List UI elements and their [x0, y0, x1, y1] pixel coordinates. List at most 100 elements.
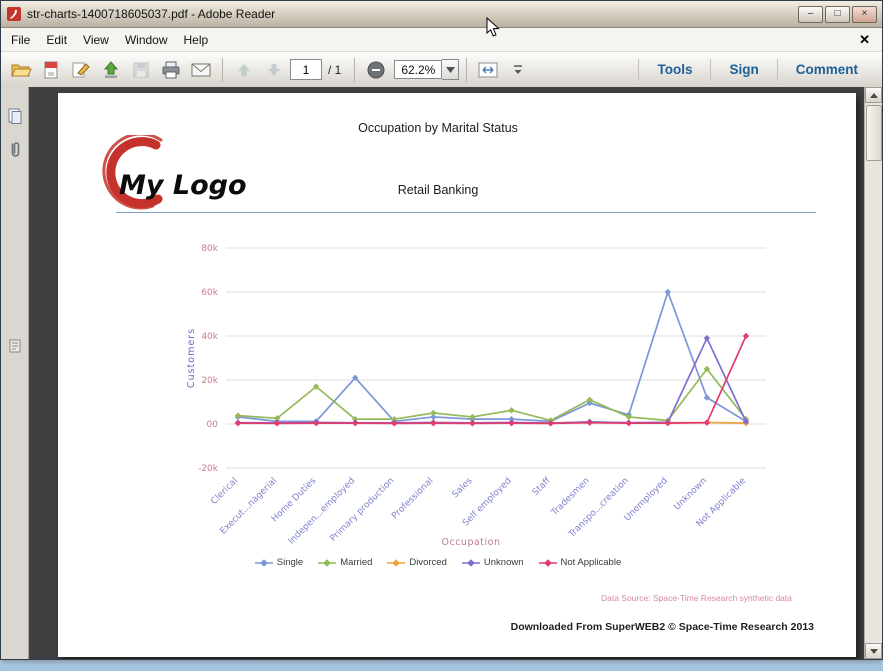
toolbar-separator	[222, 57, 223, 82]
scroll-up-button[interactable]	[865, 87, 882, 103]
window-controls: – □ ×	[796, 5, 877, 23]
toolbar-separator	[354, 57, 356, 82]
menu-file[interactable]: File	[3, 30, 38, 50]
panel-toggle-button[interactable]	[1, 333, 28, 359]
data-source-note: Data Source: Space-Time Research synthet…	[600, 593, 792, 603]
legend-label: Single	[276, 557, 304, 568]
titlebar: str-charts-1400718605037.pdf - Adobe Rea…	[1, 1, 882, 28]
x-category-label: Clerical	[209, 476, 240, 507]
data-point-marker	[586, 396, 593, 403]
open-file-button[interactable]	[7, 56, 35, 83]
y-tick-label: 60k	[201, 288, 218, 298]
toolbar-separator	[466, 57, 468, 82]
zoom-level-value[interactable]: 62.2%	[394, 60, 443, 79]
green-upload-arrow-icon	[103, 60, 119, 78]
legend-item-single: Single	[254, 557, 304, 568]
create-pdf-icon	[44, 61, 58, 78]
menubar: File Edit View Window Help ✕	[1, 28, 882, 52]
chevron-down-icon	[445, 66, 455, 73]
x-axis-title: Occupation	[442, 537, 501, 548]
data-point-marker	[664, 288, 672, 296]
y-tick-label: 00	[207, 420, 219, 430]
panel-page-icon	[9, 339, 20, 353]
maximize-button[interactable]: □	[825, 5, 850, 23]
next-page-button[interactable]	[260, 56, 288, 83]
toolbar-right-group: Tools Sign Comment	[638, 52, 876, 87]
y-tick-label: -20k	[198, 464, 219, 474]
legend-label: Not Applicable	[560, 557, 622, 568]
my-logo: My Logo	[94, 132, 274, 215]
download-footer: Downloaded From SuperWEB2 © Space-Time R…	[510, 621, 814, 633]
menubar-close-icon[interactable]: ✕	[859, 32, 870, 48]
legend-marker-icon	[387, 558, 406, 567]
menu-view[interactable]: View	[75, 30, 117, 50]
data-point-marker	[430, 419, 437, 427]
legend-item-not-applicable: Not Applicable	[538, 557, 622, 568]
printer-icon	[162, 61, 180, 78]
sign-pen-button[interactable]	[67, 56, 95, 83]
x-category-label: Tradesmen	[549, 476, 592, 519]
print-button[interactable]	[157, 56, 185, 83]
data-point-marker	[703, 419, 711, 426]
close-button[interactable]: ×	[852, 5, 877, 23]
window-title: str-charts-1400718605037.pdf - Adobe Rea…	[27, 7, 276, 21]
up-arrow-icon	[236, 62, 252, 76]
series-line-unknown	[237, 337, 747, 424]
overflow-chevron-icon	[514, 64, 523, 74]
scroll-down-arrow-icon	[869, 648, 878, 654]
document-area: Occupation by Marital Status My Logo Ret…	[29, 87, 882, 659]
chart-legend: Single Married Divorced Unknown Not Applicab…	[58, 557, 818, 568]
vertical-scrollbar[interactable]	[864, 87, 882, 659]
create-pdf-button[interactable]	[37, 56, 65, 83]
legend-item-divorced: Divorced	[387, 557, 447, 568]
toolbar-overflow-button[interactable]	[504, 56, 532, 83]
open-folder-icon	[11, 64, 32, 76]
down-arrow-icon	[268, 63, 280, 76]
menu-edit[interactable]: Edit	[38, 30, 75, 50]
x-category-label: Professional	[390, 476, 435, 521]
page-thumbnails-button[interactable]	[1, 103, 28, 129]
y-axis-title: Customers	[186, 328, 197, 388]
pdf-app-icon	[6, 6, 22, 22]
page-number-input[interactable]	[290, 59, 322, 80]
data-point-marker	[508, 407, 515, 414]
scrollbar-thumb[interactable]	[866, 105, 882, 161]
legend-item-unknown: Unknown	[461, 557, 524, 568]
legend-label: Unknown	[483, 557, 524, 568]
menu-help[interactable]: Help	[176, 30, 217, 50]
mouse-cursor	[486, 17, 500, 37]
y-tick-label: 40k	[201, 332, 218, 342]
series-line-married	[237, 368, 747, 422]
minimize-glyph: –	[807, 8, 814, 19]
data-point-marker	[469, 420, 476, 427]
toolbar: / 1 62.2%	[1, 52, 882, 88]
legend-marker-icon	[538, 558, 557, 567]
x-category-label: Staff	[531, 475, 553, 497]
adobe-reader-window: str-charts-1400718605037.pdf - Adobe Rea…	[0, 0, 883, 660]
minimize-button[interactable]: –	[798, 5, 823, 23]
zoom-control: 62.2%	[394, 59, 460, 80]
previous-page-button[interactable]	[230, 56, 258, 83]
fit-width-icon	[478, 62, 498, 77]
sign-button[interactable]: Sign	[711, 62, 776, 77]
data-point-marker	[234, 419, 242, 427]
x-category-label: Unknown	[672, 476, 709, 513]
attachments-button[interactable]	[1, 137, 28, 163]
fit-width-button[interactable]	[474, 56, 502, 83]
scroll-down-button[interactable]	[865, 643, 882, 659]
zoom-dropdown-button[interactable]	[442, 59, 460, 80]
scroll-up-arrow-icon	[869, 92, 878, 98]
y-tick-label: 20k	[201, 376, 218, 386]
comment-button[interactable]: Comment	[778, 62, 876, 77]
x-category-label: Indepen...employed	[287, 476, 358, 547]
email-button[interactable]	[187, 56, 215, 83]
menu-window[interactable]: Window	[117, 30, 176, 50]
data-point-marker	[625, 419, 632, 427]
page-thumbnails-icon	[8, 108, 21, 124]
share-upload-button[interactable]	[97, 56, 125, 83]
zoom-out-button[interactable]	[362, 56, 390, 83]
tools-button[interactable]: Tools	[639, 62, 710, 77]
save-floppy-icon	[133, 62, 149, 77]
save-button[interactable]	[127, 56, 155, 83]
chart-title: Occupation by Marital Status	[358, 121, 518, 135]
